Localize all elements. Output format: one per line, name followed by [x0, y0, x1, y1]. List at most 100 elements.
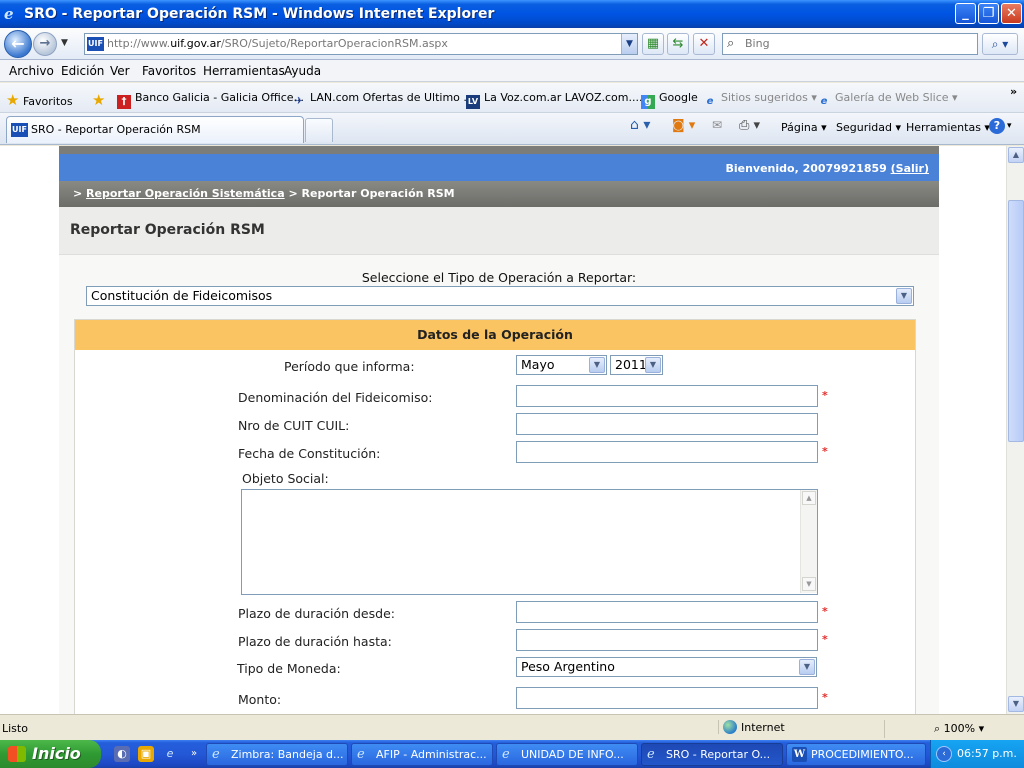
textarea-scrollbar[interactable]: ▲ ▼ — [800, 490, 817, 593]
menu-edicion[interactable]: Edición — [61, 64, 104, 78]
tab-title: SRO - Reportar Operación RSM — [31, 123, 201, 136]
address-dropdown-icon[interactable]: ▼ — [621, 34, 637, 54]
clock[interactable]: 06:57 p.m. — [957, 747, 1017, 760]
zoom-magnifier-icon: ⌕ — [934, 722, 941, 735]
page-menu-button[interactable]: Página ▾ — [781, 121, 827, 134]
favorite-link-lan[interactable]: ✈ LAN.com Ofertas de Ultimo ... — [292, 91, 474, 109]
menu-favoritos[interactable]: Favoritos — [142, 64, 196, 78]
quicklaunch-media-icon[interactable]: ◐ — [114, 746, 130, 762]
favorites-label: Favoritos — [22, 95, 73, 108]
duration-to-input[interactable] — [516, 629, 818, 651]
operation-data-panel: Datos de la Operación Período que inform… — [74, 319, 916, 714]
favorites-bar: ★ Favoritos ★ † Banco Galicia - Galicia O… — [0, 83, 1024, 113]
taskbar-window-afip[interactable]: e AFIP - Administrac... — [351, 743, 493, 766]
page-scrollbar[interactable]: ▲ ▼ — [1006, 146, 1024, 714]
menu-ayuda[interactable]: Ayuda — [284, 64, 321, 78]
scroll-down-icon[interactable]: ▼ — [802, 577, 816, 591]
help-icon[interactable]: ? — [989, 118, 1005, 134]
required-marker: * — [822, 445, 828, 458]
period-month-select[interactable]: Mayo ▼ — [516, 355, 607, 375]
refresh-button[interactable]: ⇆ — [667, 33, 689, 55]
read-mail-icon[interactable]: ✉ — [712, 118, 722, 132]
ie-icon: e — [212, 747, 220, 762]
home-icon[interactable]: ⌂ ▾ — [630, 117, 650, 133]
address-toolbar: ← → ▼ UIF http://www.uif.gov.ar/SRO/Suje… — [0, 28, 1024, 60]
back-button[interactable]: ← — [4, 30, 32, 58]
social-object-label: Objeto Social: — [242, 471, 329, 486]
menu-ver[interactable]: Ver — [110, 64, 130, 78]
protected-mode-icon[interactable] — [884, 720, 924, 738]
tray-expand-icon[interactable]: ‹ — [936, 746, 952, 762]
stop-button[interactable]: ✕ — [693, 33, 715, 55]
constitution-date-input[interactable] — [516, 441, 818, 463]
suggested-sites-button[interactable]: e Sitios sugeridos ▾ — [703, 91, 817, 109]
duration-from-input[interactable] — [516, 601, 818, 623]
zoom-control[interactable]: ⌕ 100% ▾ — [934, 722, 984, 736]
favorite-link-galicia[interactable]: † Banco Galicia - Galicia Office... — [117, 91, 304, 109]
taskbar-window-sro[interactable]: e SRO - Reportar O... — [641, 743, 783, 766]
quicklaunch-more-icon[interactable]: » — [186, 746, 202, 762]
menu-archivo[interactable]: Archivo — [9, 64, 54, 78]
chevron-down-icon: ▼ — [896, 288, 912, 304]
logout-link[interactable]: (Salir) — [891, 162, 929, 175]
period-year-select[interactable]: 2011 ▼ — [610, 355, 663, 375]
minimize-button[interactable]: _ — [955, 3, 976, 24]
denomination-input[interactable] — [516, 385, 818, 407]
favorite-link-lavoz[interactable]: LV La Voz.com.ar LAVOZ.com.... — [466, 91, 643, 109]
tools-menu-button[interactable]: Herramientas ▾ — [906, 121, 990, 134]
security-zone[interactable]: Internet — [718, 720, 785, 734]
favorites-overflow-button[interactable]: » — [1010, 85, 1017, 98]
favorite-link-google[interactable]: g Google — [641, 91, 698, 109]
breadcrumb-link-sistematica[interactable]: Reportar Operación Sistemática — [86, 187, 285, 200]
zoom-level: 100% — [943, 722, 976, 735]
quicklaunch-ie-icon[interactable]: e — [162, 746, 178, 762]
cuit-label: Nro de CUIT CUIL: — [238, 418, 350, 433]
search-input[interactable]: ⌕ Bing — [722, 33, 978, 55]
scrollbar-thumb[interactable] — [1008, 200, 1024, 442]
window-title-bar[interactable]: e SRO - Reportar Operación RSM - Windows… — [0, 0, 1024, 28]
required-marker: * — [822, 605, 828, 618]
start-label: Inicio — [32, 744, 81, 763]
web-slice-gallery-button[interactable]: e Galería de Web Slice ▾ — [817, 91, 958, 109]
search-button[interactable]: ⌕ ▾ — [982, 33, 1018, 55]
zone-label: Internet — [741, 721, 785, 734]
maximize-button[interactable]: ❐ — [978, 3, 999, 24]
start-button[interactable]: Inicio — [0, 740, 101, 768]
operation-type-select[interactable]: Constitución de Fideicomisos ▼ — [86, 286, 914, 306]
taskbar-window-unidad[interactable]: e UNIDAD DE INFO... — [496, 743, 638, 766]
quicklaunch-desktop-icon[interactable]: ▣ — [138, 746, 154, 762]
recent-pages-dropdown-icon[interactable]: ▼ — [61, 38, 68, 48]
security-menu-button[interactable]: Seguridad ▾ — [836, 121, 901, 134]
forward-button[interactable]: → — [33, 32, 57, 56]
amount-input[interactable] — [516, 687, 818, 709]
favorite-link-label: Google — [659, 91, 698, 104]
address-input[interactable]: UIF http://www.uif.gov.ar/SRO/Sujeto/Rep… — [84, 33, 638, 55]
compatibility-view-button[interactable]: ▦ — [642, 33, 664, 55]
taskbar-window-zimbra[interactable]: e Zimbra: Bandeja d... — [206, 743, 348, 766]
favorites-button[interactable]: ★ Favoritos — [6, 91, 73, 109]
print-icon[interactable]: ⎙ ▾ — [739, 118, 760, 133]
required-marker: * — [822, 389, 828, 402]
ie-icon: e — [647, 747, 655, 762]
chevron-down-icon: ▼ — [799, 659, 815, 675]
favorite-link-label: Banco Galicia - Galicia Office... — [135, 91, 305, 104]
new-tab-button[interactable] — [305, 118, 333, 142]
close-button[interactable]: ✕ — [1001, 3, 1022, 24]
windows-flag-icon — [8, 746, 26, 762]
scroll-up-arrow-icon[interactable]: ▲ — [1008, 147, 1024, 163]
url-prefix: http://www. — [107, 37, 171, 50]
scroll-up-icon[interactable]: ▲ — [802, 491, 816, 505]
social-object-textarea[interactable]: ▲ ▼ — [241, 489, 818, 595]
add-favorite-button[interactable]: ★ — [92, 91, 105, 109]
menu-herramientas[interactable]: Herramientas — [203, 64, 285, 78]
tab-sro-reportar[interactable]: UIF SRO - Reportar Operación RSM — [6, 116, 304, 143]
scroll-down-arrow-icon[interactable]: ▼ — [1008, 696, 1024, 712]
taskbar-window-procedimiento[interactable]: W PROCEDIMIENTO... — [786, 743, 926, 766]
currency-select[interactable]: Peso Argentino ▼ — [516, 657, 817, 677]
page-container: Bienvenido, 20079921859 (Salir) > Report… — [59, 146, 939, 714]
cuit-input[interactable] — [516, 413, 818, 435]
help-dropdown-icon[interactable]: ▾ — [1007, 121, 1012, 131]
breadcrumb-current: > Reportar Operación RSM — [284, 187, 455, 200]
amount-label: Monto: — [238, 692, 282, 707]
rss-feeds-icon[interactable]: ◙ ▾ — [672, 118, 695, 133]
